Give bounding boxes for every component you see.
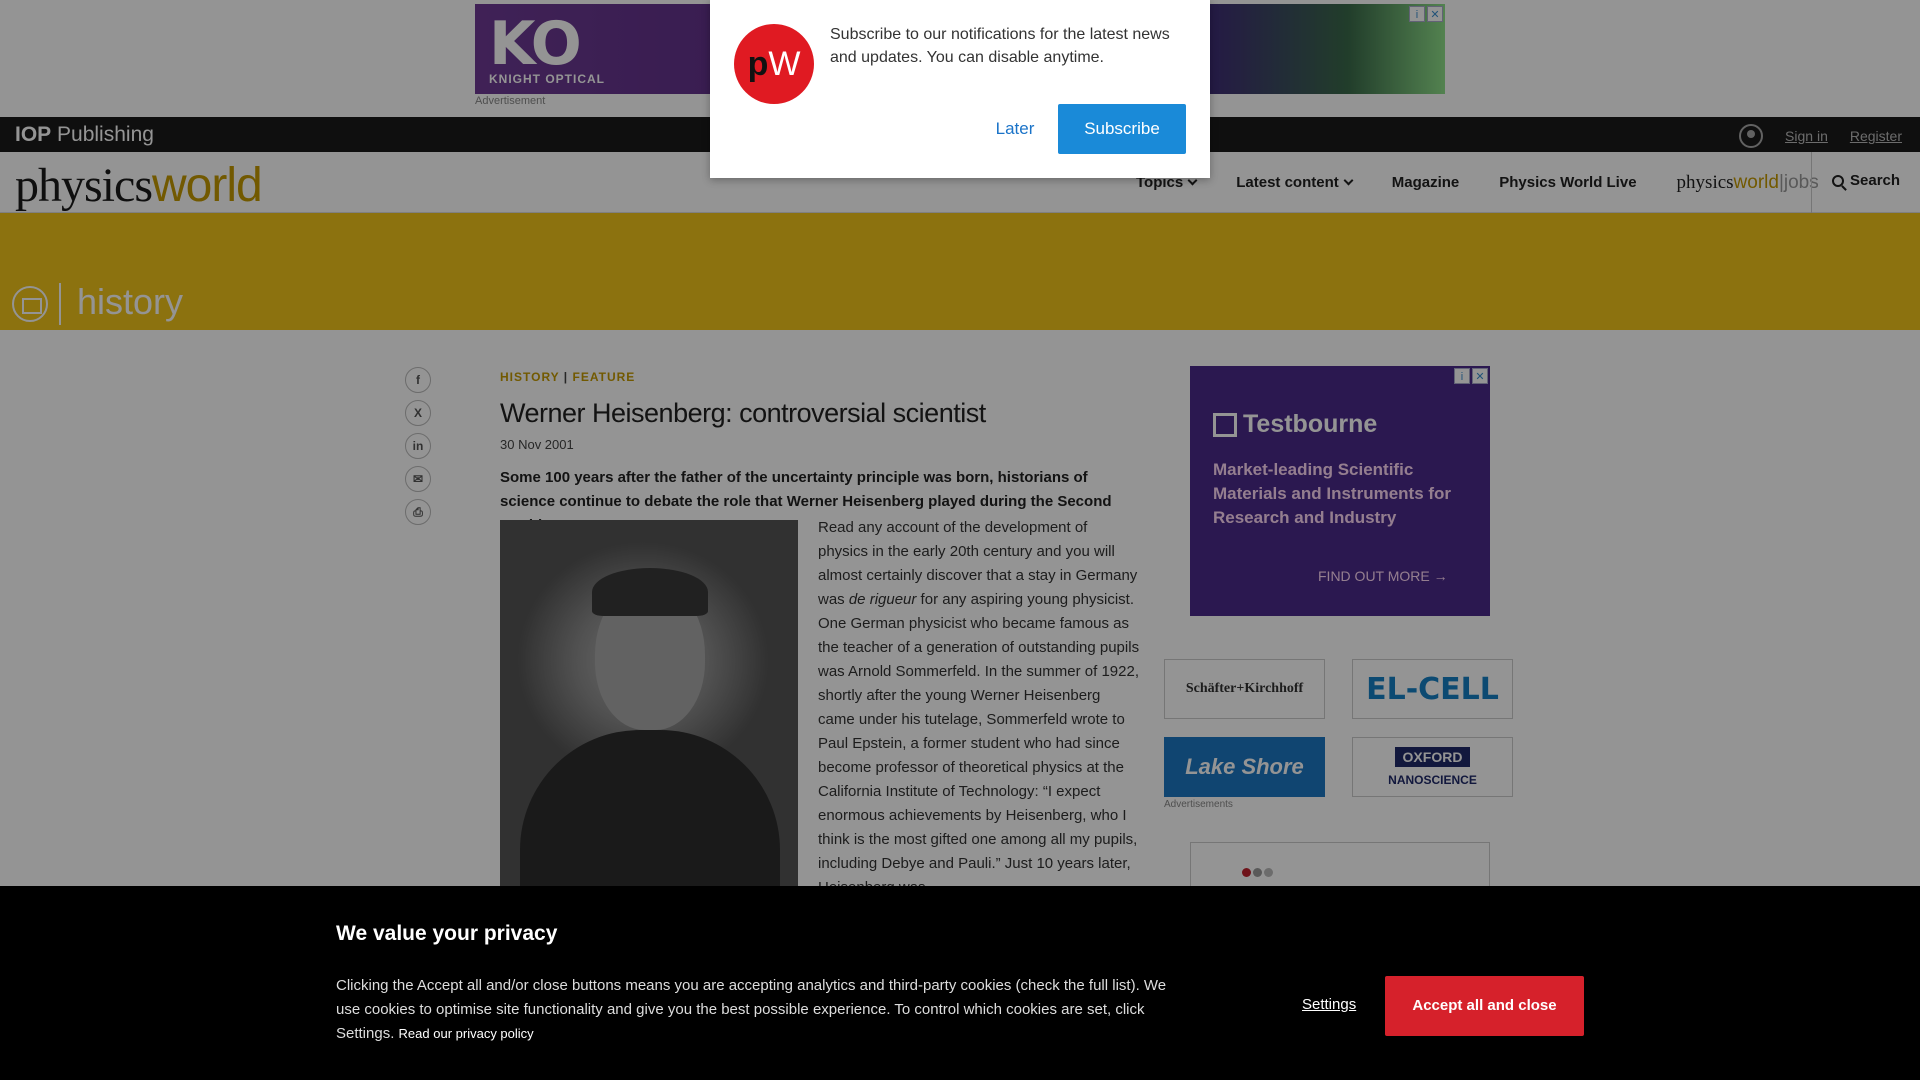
later-button[interactable]: Later [970,104,1060,154]
subscribe-button[interactable]: Subscribe [1058,104,1186,154]
privacy-policy-link[interactable]: Read our privacy policy [399,1026,534,1041]
cookie-text: Clicking the Accept all and/or close but… [336,977,1167,1042]
notification-text: Subscribe to our notifications for the l… [830,26,1170,66]
cookie-banner: We value your privacy Clicking the Accep… [0,886,1920,1080]
accept-all-button[interactable]: Accept all and close [1385,976,1584,1036]
cookie-title: We value your privacy [336,922,558,945]
notification-prompt: pW Subscribe to our notifications for th… [710,0,1210,178]
cookie-settings-link[interactable]: Settings [1302,996,1356,1013]
physics-world-badge-icon: pW [734,24,814,104]
